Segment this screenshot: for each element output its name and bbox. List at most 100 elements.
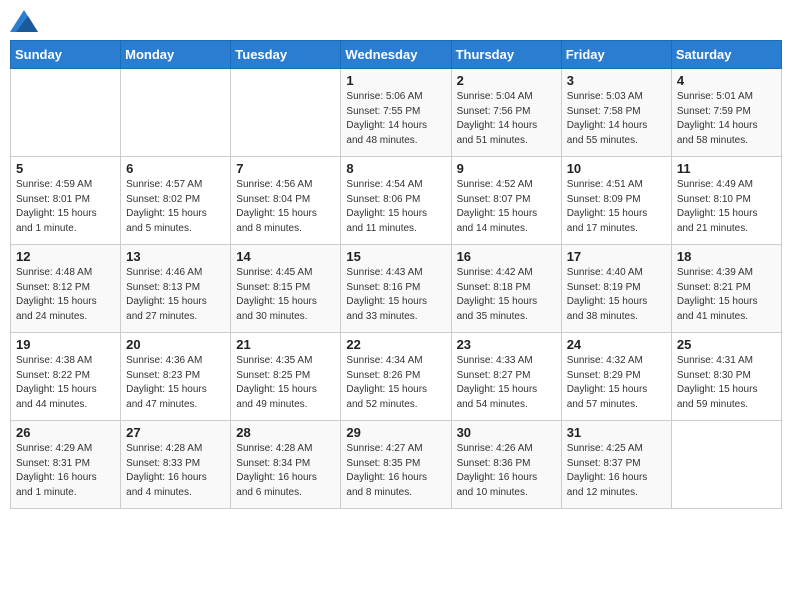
day-info: Sunrise: 4:42 AMSunset: 8:18 PMDaylight:… [457, 266, 556, 324]
day-info: Sunrise: 4:27 AMSunset: 8:35 PMDaylight:… [346, 442, 445, 500]
calendar-cell: 3 Sunrise: 5:03 AMSunset: 7:58 PMDaylight… [561, 69, 671, 157]
day-number: 26 [16, 425, 115, 440]
calendar-cell: 4Sunrise: 5:01 AMSunset: 7:59 PMDaylight… [671, 69, 781, 157]
day-number: 29 [346, 425, 445, 440]
day-info: Sunrise: 4:34 AMSunset: 8:26 PMDaylight:… [346, 354, 445, 412]
calendar-cell: 5 Sunrise: 4:59 AMSunset: 8:01 PMDaylight… [11, 157, 121, 245]
day-number: 31 [567, 425, 666, 440]
calendar-cell: 29 Sunrise: 4:27 AMSunset: 8:35 PMDayligh… [341, 421, 451, 509]
calendar-cell: 17 Sunrise: 4:40 AMSunset: 8:19 PMDayligh… [561, 245, 671, 333]
calendar-cell: 1Sunrise: 5:06 AMSunset: 7:55 PMDaylight… [341, 69, 451, 157]
calendar-week-row: 26 Sunrise: 4:29 AMSunset: 8:31 PMDayligh… [11, 421, 782, 509]
day-number: 23 [457, 337, 556, 352]
day-info: Sunrise: 5:04 AMSunset: 7:56 PMDaylight:… [457, 90, 556, 148]
day-number: 19 [16, 337, 115, 352]
day-number: 13 [126, 249, 225, 264]
day-info: Sunrise: 4:49 AMSunset: 8:10 PMDaylight:… [677, 178, 776, 236]
day-number: 12 [16, 249, 115, 264]
day-number: 21 [236, 337, 335, 352]
day-info: Sunrise: 4:36 AMSunset: 8:23 PMDaylight:… [126, 354, 225, 412]
calendar-cell: 22 Sunrise: 4:34 AMSunset: 8:26 PMDayligh… [341, 333, 451, 421]
calendar-cell: 26 Sunrise: 4:29 AMSunset: 8:31 PMDayligh… [11, 421, 121, 509]
calendar-cell [121, 69, 231, 157]
calendar-header-row: SundayMondayTuesdayWednesdayThursdayFrid… [11, 41, 782, 69]
day-number: 9 [457, 161, 556, 176]
day-info: Sunrise: 4:28 AMSunset: 8:34 PMDaylight:… [236, 442, 335, 500]
day-info: Sunrise: 4:28 AMSunset: 8:33 PMDaylight:… [126, 442, 225, 500]
day-number: 17 [567, 249, 666, 264]
day-number: 28 [236, 425, 335, 440]
calendar-week-row: 1Sunrise: 5:06 AMSunset: 7:55 PMDaylight… [11, 69, 782, 157]
day-info: Sunrise: 4:39 AMSunset: 8:21 PMDaylight:… [677, 266, 776, 324]
calendar-header-sunday: Sunday [11, 41, 121, 69]
calendar-cell: 25 Sunrise: 4:31 AMSunset: 8:30 PMDayligh… [671, 333, 781, 421]
calendar-cell: 2Sunrise: 5:04 AMSunset: 7:56 PMDaylight… [451, 69, 561, 157]
calendar-cell: 16Sunrise: 4:42 AMSunset: 8:18 PMDayligh… [451, 245, 561, 333]
logo-icon [10, 10, 38, 32]
day-info: Sunrise: 4:31 AMSunset: 8:30 PMDaylight:… [677, 354, 776, 412]
calendar-week-row: 12 Sunrise: 4:48 AMSunset: 8:12 PMDayligh… [11, 245, 782, 333]
calendar-header-monday: Monday [121, 41, 231, 69]
calendar-header-tuesday: Tuesday [231, 41, 341, 69]
day-number: 18 [677, 249, 776, 264]
calendar-cell: 6 Sunrise: 4:57 AMSunset: 8:02 PMDaylight… [121, 157, 231, 245]
calendar-cell: 20 Sunrise: 4:36 AMSunset: 8:23 PMDayligh… [121, 333, 231, 421]
day-number: 14 [236, 249, 335, 264]
calendar-cell [11, 69, 121, 157]
calendar-header-saturday: Saturday [671, 41, 781, 69]
day-number: 27 [126, 425, 225, 440]
day-info: Sunrise: 4:43 AMSunset: 8:16 PMDaylight:… [346, 266, 445, 324]
calendar-week-row: 19 Sunrise: 4:38 AMSunset: 8:22 PMDayligh… [11, 333, 782, 421]
day-info: Sunrise: 4:35 AMSunset: 8:25 PMDaylight:… [236, 354, 335, 412]
calendar-cell: 7 Sunrise: 4:56 AMSunset: 8:04 PMDaylight… [231, 157, 341, 245]
calendar-week-row: 5 Sunrise: 4:59 AMSunset: 8:01 PMDaylight… [11, 157, 782, 245]
day-info: Sunrise: 4:56 AMSunset: 8:04 PMDaylight:… [236, 178, 335, 236]
calendar-cell: 8Sunrise: 4:54 AMSunset: 8:06 PMDaylight… [341, 157, 451, 245]
day-info: Sunrise: 4:45 AMSunset: 8:15 PMDaylight:… [236, 266, 335, 324]
day-info: Sunrise: 4:48 AMSunset: 8:12 PMDaylight:… [16, 266, 115, 324]
day-number: 25 [677, 337, 776, 352]
calendar-header-thursday: Thursday [451, 41, 561, 69]
day-info: Sunrise: 4:26 AMSunset: 8:36 PMDaylight:… [457, 442, 556, 500]
day-info: Sunrise: 5:06 AMSunset: 7:55 PMDaylight:… [346, 90, 445, 148]
calendar-header-friday: Friday [561, 41, 671, 69]
day-number: 3 [567, 73, 666, 88]
day-info: Sunrise: 4:54 AMSunset: 8:06 PMDaylight:… [346, 178, 445, 236]
day-number: 5 [16, 161, 115, 176]
calendar-table: SundayMondayTuesdayWednesdayThursdayFrid… [10, 40, 782, 509]
day-info: Sunrise: 4:52 AMSunset: 8:07 PMDaylight:… [457, 178, 556, 236]
day-info: Sunrise: 4:32 AMSunset: 8:29 PMDaylight:… [567, 354, 666, 412]
day-number: 22 [346, 337, 445, 352]
day-info: Sunrise: 4:46 AMSunset: 8:13 PMDaylight:… [126, 266, 225, 324]
calendar-cell: 23 Sunrise: 4:33 AMSunset: 8:27 PMDayligh… [451, 333, 561, 421]
calendar-cell [671, 421, 781, 509]
calendar-cell: 18 Sunrise: 4:39 AMSunset: 8:21 PMDayligh… [671, 245, 781, 333]
day-number: 20 [126, 337, 225, 352]
day-info: Sunrise: 4:29 AMSunset: 8:31 PMDaylight:… [16, 442, 115, 500]
calendar-cell: 12 Sunrise: 4:48 AMSunset: 8:12 PMDayligh… [11, 245, 121, 333]
day-number: 4 [677, 73, 776, 88]
day-info: Sunrise: 4:51 AMSunset: 8:09 PMDaylight:… [567, 178, 666, 236]
day-number: 6 [126, 161, 225, 176]
calendar-cell: 9 Sunrise: 4:52 AMSunset: 8:07 PMDaylight… [451, 157, 561, 245]
calendar-cell: 13 Sunrise: 4:46 AMSunset: 8:13 PMDayligh… [121, 245, 231, 333]
day-number: 7 [236, 161, 335, 176]
day-info: Sunrise: 5:03 AMSunset: 7:58 PMDaylight:… [567, 90, 666, 148]
day-number: 11 [677, 161, 776, 176]
day-number: 30 [457, 425, 556, 440]
calendar-cell: 19 Sunrise: 4:38 AMSunset: 8:22 PMDayligh… [11, 333, 121, 421]
day-info: Sunrise: 4:57 AMSunset: 8:02 PMDaylight:… [126, 178, 225, 236]
page-header [10, 10, 782, 32]
calendar-header-wednesday: Wednesday [341, 41, 451, 69]
calendar-cell: 10Sunrise: 4:51 AMSunset: 8:09 PMDayligh… [561, 157, 671, 245]
calendar-cell: 21 Sunrise: 4:35 AMSunset: 8:25 PMDayligh… [231, 333, 341, 421]
day-info: Sunrise: 4:38 AMSunset: 8:22 PMDaylight:… [16, 354, 115, 412]
day-info: Sunrise: 4:59 AMSunset: 8:01 PMDaylight:… [16, 178, 115, 236]
calendar-cell: 27 Sunrise: 4:28 AMSunset: 8:33 PMDayligh… [121, 421, 231, 509]
day-number: 15 [346, 249, 445, 264]
day-info: Sunrise: 4:25 AMSunset: 8:37 PMDaylight:… [567, 442, 666, 500]
day-info: Sunrise: 4:40 AMSunset: 8:19 PMDaylight:… [567, 266, 666, 324]
day-info: Sunrise: 4:33 AMSunset: 8:27 PMDaylight:… [457, 354, 556, 412]
logo [10, 10, 42, 32]
day-number: 24 [567, 337, 666, 352]
